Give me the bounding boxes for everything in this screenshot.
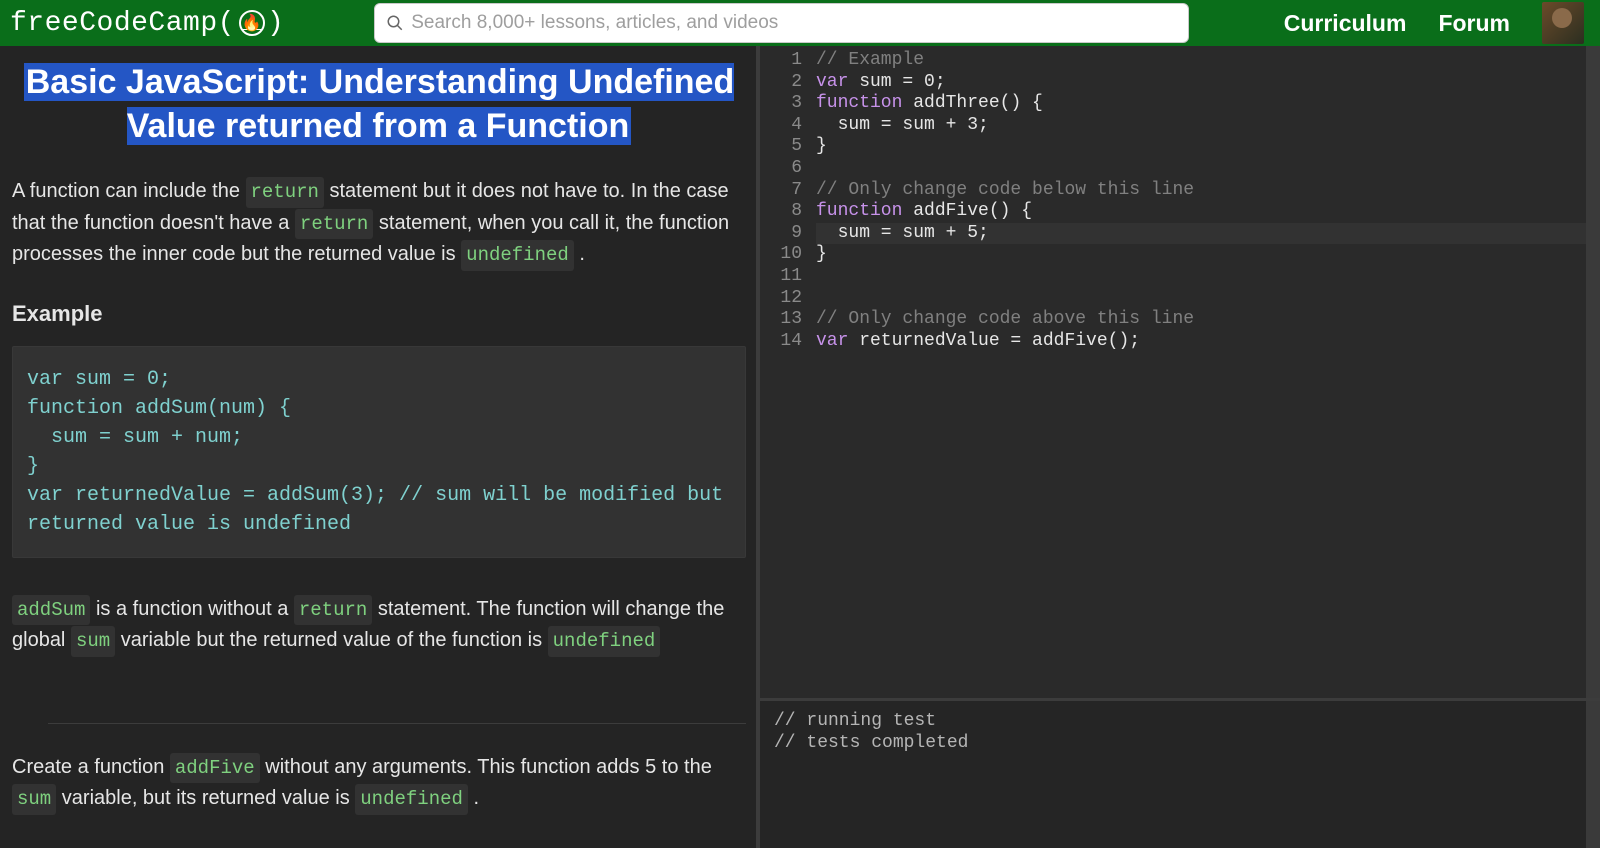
editor-line[interactable]: sum = sum + 5; <box>816 223 1600 245</box>
code-chip-undefined: undefined <box>461 240 574 271</box>
logo-text: freeCodeCamp( <box>10 8 235 39</box>
editor-gutter: 1234567891011121314 <box>760 46 810 698</box>
example-heading: Example <box>12 297 746 330</box>
app-header: freeCodeCamp( 🔥 ) Curriculum Forum <box>0 0 1600 46</box>
search-wrap <box>374 3 1189 43</box>
code-chip-return: return <box>246 177 324 208</box>
editor-line[interactable]: sum = sum + 3; <box>816 115 1600 137</box>
text: variable but the returned value of the f… <box>121 629 548 651</box>
search-input[interactable] <box>374 3 1189 43</box>
code-chip-undefined: undefined <box>548 626 661 657</box>
editor-line[interactable]: var sum = 0; <box>816 72 1600 94</box>
code-chip-return: return <box>295 209 373 240</box>
console-line: // tests completed <box>774 733 1586 755</box>
editor-line[interactable] <box>816 158 1600 180</box>
logo[interactable]: freeCodeCamp( 🔥 ) <box>10 8 284 39</box>
main-split: Basic JavaScript: Understanding Undefine… <box>0 46 1600 848</box>
editor-code[interactable]: // Examplevar sum = 0;function addThree(… <box>810 46 1600 698</box>
code-chip-addfive: addFive <box>170 753 260 784</box>
text: A function can include the <box>12 180 246 202</box>
editor-line[interactable] <box>816 288 1600 310</box>
scrollbar-vertical[interactable] <box>1586 46 1600 698</box>
scrollbar-vertical[interactable] <box>1586 701 1600 848</box>
instructions-pane: Basic JavaScript: Understanding Undefine… <box>0 46 760 848</box>
code-chip-addsum: addSum <box>12 595 90 626</box>
text: variable, but its returned value is <box>62 787 356 809</box>
editor-line[interactable]: function addFive() { <box>816 201 1600 223</box>
console-output: // running test // tests completed <box>760 698 1600 848</box>
text: . <box>473 787 479 809</box>
avatar[interactable] <box>1542 2 1584 44</box>
editor-line[interactable]: var returnedValue = addFive(); <box>816 331 1600 353</box>
code-chip-sum: sum <box>12 784 56 815</box>
editor-line[interactable]: // Only change code above this line <box>816 309 1600 331</box>
example-code-block: var sum = 0; function addSum(num) { sum … <box>12 346 746 558</box>
text: . <box>579 243 585 265</box>
nav-forum[interactable]: Forum <box>1438 10 1510 37</box>
text: Create a function <box>12 756 170 778</box>
divider <box>48 723 746 724</box>
console-line: // running test <box>774 711 1586 733</box>
editor-line[interactable]: } <box>816 136 1600 158</box>
editor-line[interactable]: // Example <box>816 50 1600 72</box>
text: without any arguments. This function add… <box>265 756 712 778</box>
code-chip-sum: sum <box>71 626 115 657</box>
editor-line[interactable]: // Only change code below this line <box>816 180 1600 202</box>
code-editor[interactable]: 1234567891011121314 // Examplevar sum = … <box>760 46 1600 698</box>
paragraph: A function can include the return statem… <box>12 176 746 271</box>
lesson-title: Basic JavaScript: Understanding Undefine… <box>12 60 746 148</box>
editor-line[interactable] <box>816 266 1600 288</box>
text: is a function without a <box>96 598 294 620</box>
paragraph: addSum is a function without a return st… <box>12 594 746 657</box>
code-chip-return: return <box>294 595 372 626</box>
editor-line[interactable]: } <box>816 244 1600 266</box>
paragraph: Create a function addFive without any ar… <box>12 752 746 815</box>
editor-line[interactable]: function addThree() { <box>816 93 1600 115</box>
flame-icon: 🔥 <box>239 10 265 36</box>
nav-curriculum[interactable]: Curriculum <box>1284 10 1407 37</box>
logo-text-close: ) <box>267 8 284 39</box>
right-stack: 1234567891011121314 // Examplevar sum = … <box>760 46 1600 848</box>
code-chip-undefined: undefined <box>355 784 468 815</box>
nav-right: Curriculum Forum <box>1284 2 1590 44</box>
search-icon <box>386 14 404 32</box>
